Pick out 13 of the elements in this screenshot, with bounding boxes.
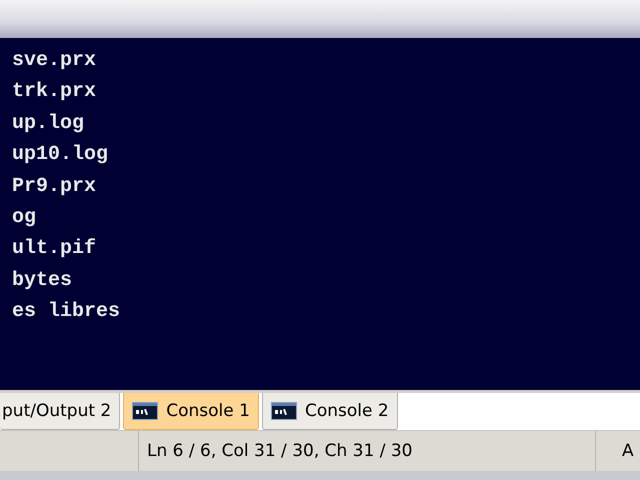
- console-line: up.log: [12, 110, 86, 137]
- console-line: sve.prx: [12, 48, 98, 74]
- console-line: es libres: [12, 299, 122, 326]
- console-line: up10.log: [12, 142, 110, 168]
- console-line: Pr9.prx: [12, 174, 98, 200]
- status-text: A: [622, 441, 634, 461]
- console-line: ult.pif: [12, 236, 98, 262]
- console-line: bytes: [12, 268, 74, 294]
- tab[interactable]: Console 1: [123, 393, 259, 430]
- tab[interactable]: put/Output 2: [0, 393, 120, 430]
- tab[interactable]: Console 2: [262, 393, 398, 430]
- console-line: trk.prx: [12, 79, 98, 106]
- console-line: og: [12, 204, 38, 231]
